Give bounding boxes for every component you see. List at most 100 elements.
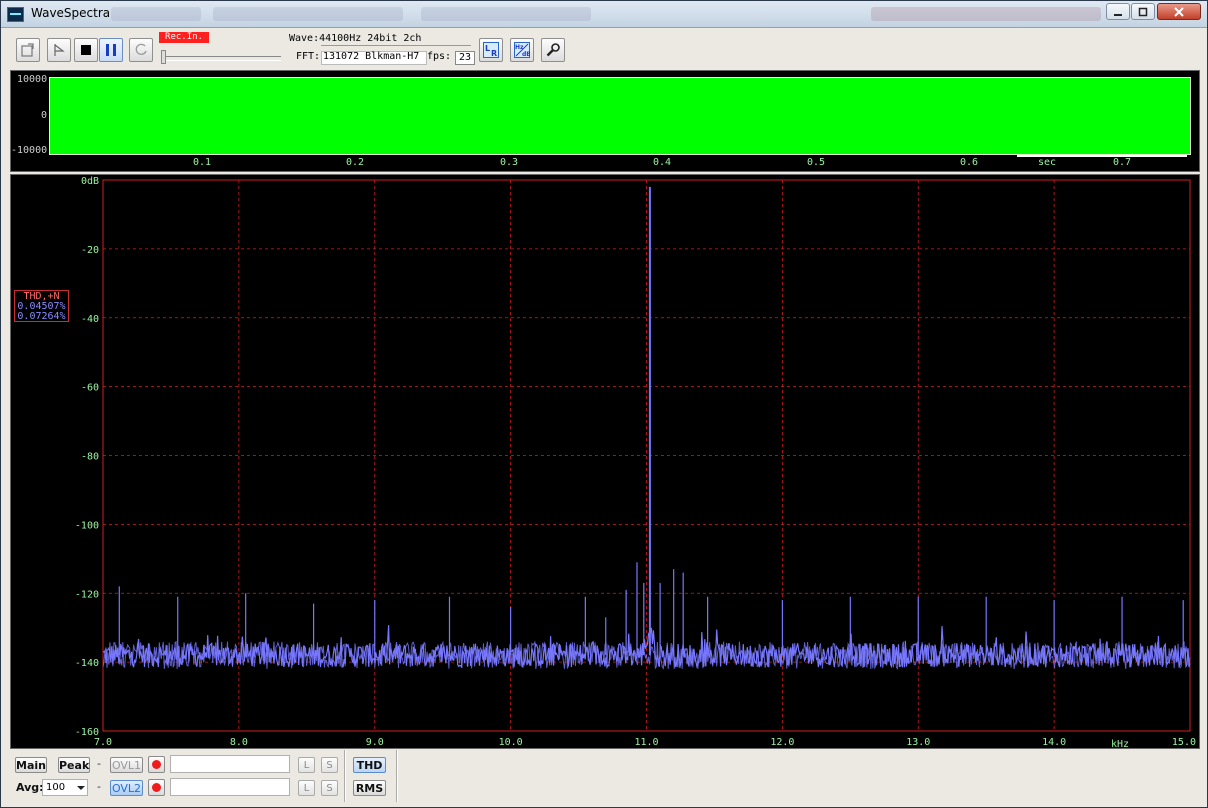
background-tab — [111, 7, 201, 21]
svg-text:R: R — [491, 49, 497, 58]
y-tick-label: -120 — [75, 589, 99, 600]
wave-info: Wave:44100Hz 24bit 2ch — [289, 33, 422, 44]
level-slider-thumb[interactable] — [161, 50, 166, 64]
ovl1-record-button[interactable] — [148, 756, 165, 773]
thd-button[interactable]: THD — [353, 757, 386, 773]
pause-icon — [106, 44, 116, 56]
ovl2-save-button[interactable]: S — [321, 780, 338, 796]
ovl2-name-field[interactable] — [170, 778, 290, 796]
divider — [396, 750, 398, 802]
repeat-icon — [135, 43, 147, 55]
x-axis-unit: kHz — [1111, 739, 1129, 748]
separator-dash: - — [97, 757, 101, 770]
ovl1-save-button[interactable]: S — [321, 757, 338, 773]
x-tick-label: 13.0 — [906, 737, 930, 748]
waveform-display[interactable] — [49, 77, 1191, 155]
repeat-button[interactable] — [129, 38, 153, 62]
main-window: WaveSpectra Rec.In. Wave:44100Hz 24bit 2… — [0, 0, 1208, 808]
wave-y-label: -10000 — [11, 145, 48, 156]
background-tab — [421, 7, 591, 21]
minimize-icon — [1114, 14, 1122, 16]
x-tick-label: 15.0 — [1172, 737, 1196, 748]
restore-icon — [1138, 7, 1148, 17]
lr-icon: L R — [483, 42, 499, 58]
close-button[interactable] — [1157, 3, 1201, 20]
wave-x-label: 0.5 — [807, 157, 826, 168]
maximize-button[interactable] — [1131, 3, 1155, 20]
thd-value-2: 0.07264% — [17, 311, 66, 322]
x-tick-label: 11.0 — [634, 737, 658, 748]
minimize-button[interactable] — [1106, 3, 1130, 20]
ovl1-button[interactable]: OVL1 — [110, 757, 143, 773]
x-tick-label: 14.0 — [1042, 737, 1066, 748]
wave-y-label: 0 — [41, 110, 48, 121]
settings-button[interactable] — [541, 38, 565, 62]
thd-readout: THD,+N 0.04507% 0.07264% — [14, 290, 69, 322]
window-title: WaveSpectra — [31, 6, 111, 20]
wave-x-label: 0.4 — [653, 157, 672, 168]
y-tick-label: -140 — [75, 658, 99, 669]
play-button[interactable] — [47, 38, 71, 62]
fps-value: 23 — [455, 51, 475, 65]
wave-x-unit: sec — [1038, 157, 1057, 168]
fps-label: fps: — [427, 51, 452, 62]
ovl2-button[interactable]: OVL2 — [110, 780, 143, 796]
wave-x-label: 0.2 — [346, 157, 365, 168]
y-tick-label: -20 — [81, 245, 99, 256]
bottom-controls: Main Peak - OVL1 L S Avg: 100 - OVL2 L S… — [10, 750, 1200, 805]
y-tick-label: 0dB — [81, 176, 99, 187]
background-tab — [871, 7, 1101, 21]
y-tick-label: -100 — [75, 520, 99, 531]
fft-value: 131072 Blkman-H7 — [323, 51, 420, 62]
y-tick-label: -60 — [81, 383, 99, 394]
toolbar: Rec.In. Wave:44100Hz 24bit 2ch FFT: 1310… — [9, 30, 1199, 68]
lr-channel-button[interactable]: L R — [479, 38, 503, 62]
record-icon — [152, 760, 161, 769]
background-tab — [213, 7, 403, 21]
x-tick-label: 10.0 — [499, 737, 523, 748]
close-icon — [1174, 7, 1184, 17]
flag-icon — [54, 44, 65, 56]
spectrum-panel[interactable]: 0dB -20 -40 -60 -80 -100 -120 -140 -160 7.0 8.0 9.0… — [10, 174, 1200, 749]
divider — [344, 750, 346, 802]
wave-x-label: 0.7 — [1113, 157, 1132, 168]
wave-x-label: 0.1 — [193, 157, 212, 168]
wave-x-label: 0.6 — [960, 157, 979, 168]
main-button[interactable]: Main — [15, 757, 47, 773]
svg-text:dB: dB — [522, 51, 530, 58]
fft-label: FFT: — [296, 51, 321, 62]
x-tick-label: 12.0 — [770, 737, 794, 748]
rec-input-indicator: Rec.In. — [159, 32, 209, 43]
stop-button[interactable] — [74, 38, 98, 62]
y-tick-label: -80 — [81, 452, 99, 463]
x-tick-label: 7.0 — [94, 737, 112, 748]
open-file-button[interactable] — [16, 38, 40, 62]
avg-label: Avg: — [16, 781, 44, 794]
title-bar: WaveSpectra — [1, 1, 1207, 28]
waveform-panel: 10000 0 -10000 0.1 0.2 0.3 0.4 0.5 0.6 s… — [10, 70, 1200, 172]
hz-db-icon: Hz dB — [514, 42, 530, 58]
ovl2-record-button[interactable] — [148, 779, 165, 796]
y-tick-label: -40 — [81, 314, 99, 325]
avg-value: 100 — [46, 782, 66, 793]
ovl2-load-button[interactable]: L — [298, 780, 315, 796]
avg-select[interactable]: 100 — [42, 779, 88, 796]
wrench-icon — [546, 43, 560, 57]
hz-db-scale-button[interactable]: Hz dB — [510, 38, 534, 62]
ovl1-name-field[interactable] — [170, 755, 290, 773]
level-slider-track — [161, 56, 281, 61]
app-icon — [7, 7, 24, 22]
stop-icon — [81, 45, 91, 55]
separator-dash: - — [97, 780, 101, 793]
spectrum-chart: 0dB-20-40-60-80-100-120-140-1607.0 8.0 9.0… — [75, 176, 1196, 748]
chevron-down-icon — [77, 786, 85, 790]
peak-button[interactable]: Peak — [58, 757, 90, 773]
pause-button[interactable] — [99, 38, 123, 62]
wave-x-label: 0.3 — [500, 157, 519, 168]
svg-text:L: L — [485, 44, 490, 53]
record-icon — [152, 783, 161, 792]
wave-y-label: 10000 — [17, 74, 48, 85]
ovl1-load-button[interactable]: L — [298, 757, 315, 773]
rms-button[interactable]: RMS — [353, 780, 386, 796]
open-file-icon — [21, 43, 34, 57]
